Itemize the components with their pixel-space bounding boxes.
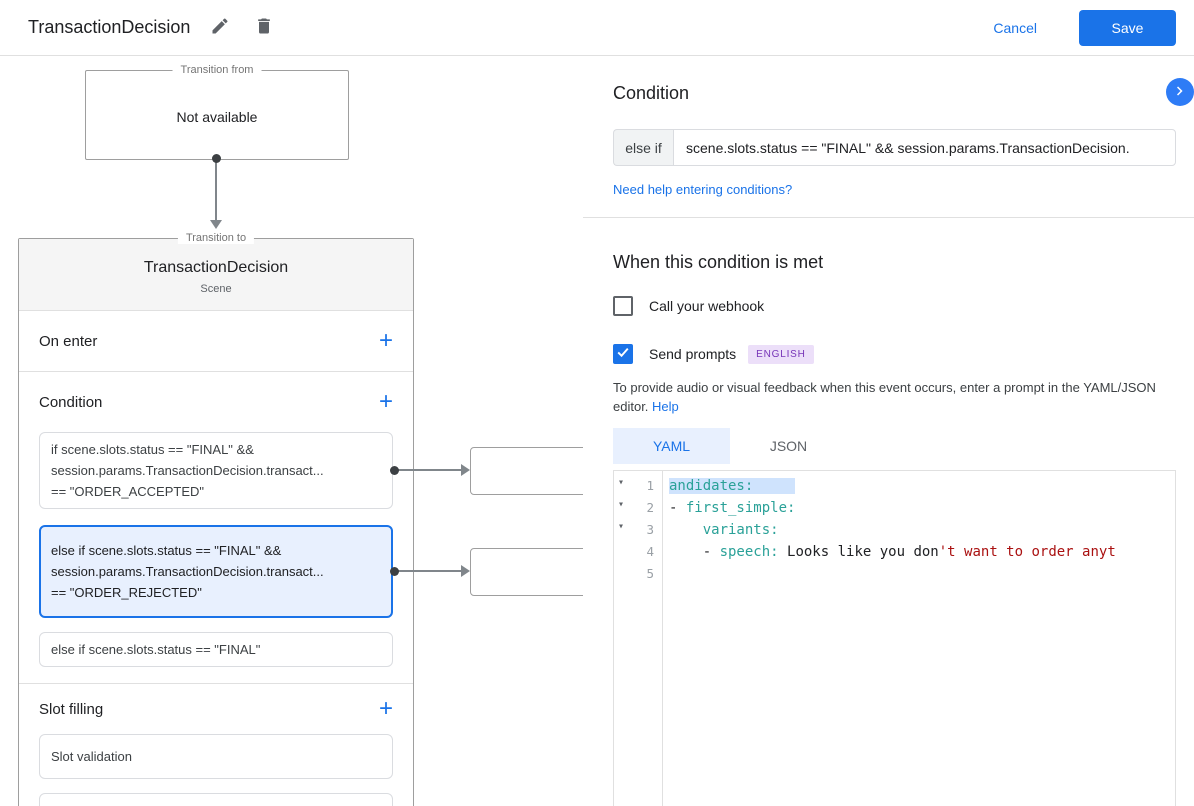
webhook-row: Call your webhook: [613, 296, 764, 316]
arrow-head-icon: [461, 464, 470, 476]
save-button[interactable]: Save: [1079, 9, 1176, 46]
transition-from-box[interactable]: Transition from Not available: [85, 64, 349, 160]
arrow-head-icon: [210, 220, 222, 229]
arrow-line: [398, 570, 461, 572]
code-line[interactable]: andidates:: [664, 475, 1175, 497]
edit-title-button[interactable]: [206, 12, 234, 43]
editor-tabs: YAML JSON: [613, 428, 847, 464]
flow-card-partial[interactable]: [39, 793, 393, 806]
connector-dot: [212, 154, 221, 163]
webhook-checkbox[interactable]: [613, 296, 633, 316]
transition-target-box[interactable]: [470, 548, 583, 596]
tab-yaml[interactable]: YAML: [613, 428, 730, 464]
add-on-enter-button[interactable]: +: [373, 328, 399, 354]
fold-arrow-icon[interactable]: ▾: [618, 521, 624, 532]
checkmark-icon: [615, 344, 631, 365]
flow-canvas: Transition from Not available Transition…: [0, 56, 583, 806]
add-condition-button[interactable]: +: [373, 389, 399, 415]
language-badge: ENGLISH: [748, 344, 814, 364]
tab-json[interactable]: JSON: [730, 428, 847, 464]
arrow-head-icon: [461, 565, 470, 577]
connector-dot: [390, 567, 399, 576]
send-prompts-checkbox[interactable]: [613, 344, 633, 364]
arrow-line: [215, 162, 217, 220]
slot-filling-section: Slot filling +: [19, 684, 413, 734]
condition-card[interactable]: else if scene.slots.status == "FINAL": [39, 632, 393, 667]
webhook-label: Call your webhook: [649, 298, 765, 314]
on-enter-label: On enter: [39, 332, 98, 350]
panel-heading: Condition: [613, 83, 690, 103]
condition-editor-row: else if: [613, 129, 1176, 166]
slot-card[interactable]: Slot validation: [39, 734, 393, 779]
transition-from-label: Transition from: [172, 64, 262, 76]
help-link[interactable]: Help: [652, 399, 679, 414]
trash-icon: [254, 16, 274, 39]
cancel-button[interactable]: Cancel: [987, 19, 1043, 37]
condition-card[interactable]: else if scene.slots.status == "FINAL" &&…: [39, 525, 393, 618]
topbar: TransactionDecision Cancel Save: [0, 0, 1194, 56]
condition-operator-label: else if: [613, 129, 673, 166]
collapse-panel-button[interactable]: [1166, 78, 1194, 106]
transition-from-content: Not available: [176, 109, 258, 125]
send-prompts-label: Send prompts: [649, 346, 737, 362]
fold-arrow-icon[interactable]: ▾: [618, 499, 624, 510]
chevron-right-icon: [1171, 82, 1189, 103]
delete-scene-button[interactable]: [250, 12, 278, 43]
condition-cards: if scene.slots.status == "FINAL" && sessi…: [19, 432, 413, 667]
code-line[interactable]: - first_simple:: [664, 497, 1175, 519]
connector-dot: [390, 466, 399, 475]
line-number: 5: [646, 566, 654, 581]
send-prompts-row: Send prompts ENGLISH: [613, 344, 814, 364]
fold-arrow-icon[interactable]: ▾: [618, 477, 624, 488]
transition-target-box[interactable]: [470, 447, 583, 495]
editor-code[interactable]: andidates: - first_simple: variants: - sp…: [664, 471, 1175, 585]
condition-section: Condition +: [19, 372, 413, 432]
code-line[interactable]: [664, 563, 1175, 585]
transition-to-label: Transition to: [177, 232, 255, 244]
condition-section-label: Condition: [39, 393, 103, 411]
code-line[interactable]: variants:: [664, 519, 1175, 541]
condition-card[interactable]: if scene.slots.status == "FINAL" && sessi…: [39, 432, 393, 509]
scene-subtitle: Scene: [200, 283, 232, 295]
code-line[interactable]: - speech: Looks like you don't want to o…: [664, 541, 1175, 563]
code-editor[interactable]: ▾ 1 ▾ 2 ▾ 3 4 5 andidates: - first_simple: varia…: [613, 470, 1176, 806]
when-met-heading: When this condition is met: [613, 252, 824, 272]
arrow-line: [398, 469, 461, 471]
on-enter-section: On enter +: [19, 311, 413, 371]
condition-help-link[interactable]: Need help entering conditions?: [613, 182, 792, 197]
scene-title: TransactionDecision: [143, 259, 289, 276]
condition-panel: Condition else if Need help entering con…: [583, 56, 1194, 806]
scene-header[interactable]: TransactionDecision Scene: [19, 239, 413, 311]
prompt-hint-text: To provide audio or visual feedback when…: [613, 380, 1156, 414]
slot-cards: Slot validation: [19, 734, 413, 779]
add-slot-button[interactable]: +: [373, 696, 399, 722]
page-title: TransactionDecision: [28, 17, 191, 37]
condition-expression-input[interactable]: [673, 129, 1176, 166]
prompt-hint: To provide audio or visual feedback when…: [613, 378, 1165, 416]
editor-gutter: ▾ 1 ▾ 2 ▾ 3 4 5: [614, 471, 663, 806]
divider: [583, 217, 1194, 218]
transition-to-card: Transition to TransactionDecision Scene …: [18, 232, 414, 806]
slot-filling-label: Slot filling: [39, 700, 104, 718]
line-number: 4: [646, 544, 654, 559]
pencil-icon: [210, 16, 230, 39]
